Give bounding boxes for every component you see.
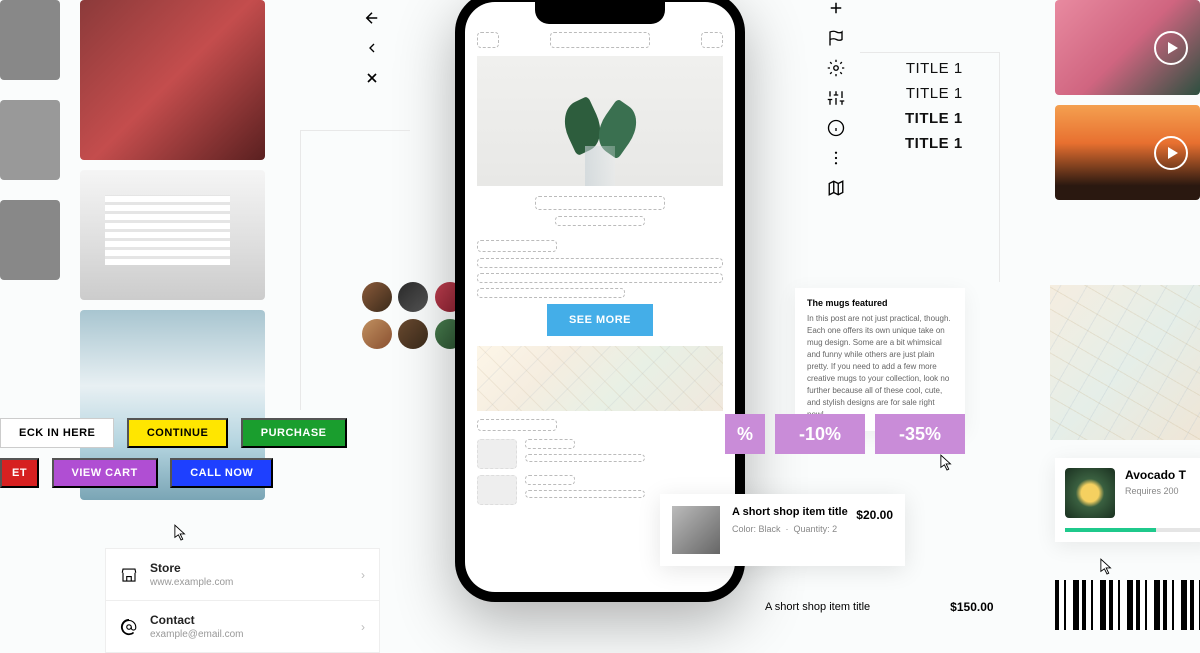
avocado-image: [1065, 468, 1115, 518]
plant-image: [555, 96, 645, 186]
contact-title: Contact: [150, 613, 361, 627]
discount-badges: % -10% -35%: [725, 414, 965, 454]
discount-badge[interactable]: -10%: [775, 414, 865, 454]
more-vertical-icon[interactable]: [826, 148, 846, 168]
shop-thumb: [672, 506, 720, 554]
call-now-button[interactable]: CALL NOW: [170, 458, 273, 488]
avocado-sub: Requires 200: [1125, 486, 1186, 496]
shop-item-meta: Color: Black · Quantity: 2: [732, 524, 893, 534]
shop-item-price: $150.00: [950, 600, 993, 614]
arrow-left-icon[interactable]: [362, 8, 382, 28]
gear-icon[interactable]: [826, 58, 846, 78]
info-icon[interactable]: [826, 118, 846, 138]
play-icon: [1154, 31, 1188, 65]
button-cluster: ECK IN HERE CONTINUE PURCHASE ET VIEW CA…: [0, 418, 355, 488]
contact-sub: example@email.com: [150, 629, 361, 640]
contact-row[interactable]: Contact example@email.com ›: [106, 601, 379, 652]
shop-item-title: A short shop item title: [732, 506, 848, 518]
map-widget[interactable]: [1050, 285, 1200, 440]
avocado-title: Avocado T: [1125, 468, 1186, 482]
progress-bar: [1065, 528, 1200, 532]
nav-icons: [362, 8, 382, 88]
store-row[interactable]: Store www.example.com ›: [106, 549, 379, 601]
store-sub: www.example.com: [150, 577, 361, 588]
avocado-card[interactable]: Avocado T Requires 200: [1055, 458, 1200, 542]
text-card-body: In this post are not just practical, tho…: [807, 313, 953, 421]
video-thumbs: [1055, 0, 1200, 210]
cursor-icon: [1100, 558, 1114, 576]
video-thumb[interactable]: [1055, 105, 1200, 200]
phone-map[interactable]: [477, 346, 723, 411]
discount-badge[interactable]: -35%: [875, 414, 965, 454]
gallery-image-keyboard[interactable]: [80, 170, 265, 300]
sliders-icon[interactable]: [826, 88, 846, 108]
discount-badge[interactable]: %: [725, 414, 765, 454]
close-icon[interactable]: [362, 68, 382, 88]
cursor-icon: [174, 524, 188, 542]
gallery-thumb[interactable]: [0, 200, 60, 280]
text-card-heading: The mugs featured: [807, 298, 953, 308]
et-button[interactable]: ET: [0, 458, 39, 488]
hero-image: [477, 56, 723, 186]
chevron-right-icon: ›: [361, 568, 365, 582]
cursor-icon: [940, 454, 954, 472]
shop-item-price: $20.00: [856, 508, 893, 522]
check-in-button[interactable]: ECK IN HERE: [0, 418, 114, 448]
store-icon: [120, 566, 138, 584]
email-icon: [120, 618, 138, 636]
gallery-thumb[interactable]: [0, 0, 60, 80]
barcode: [1055, 580, 1200, 630]
video-thumb[interactable]: [1055, 0, 1200, 95]
view-cart-button[interactable]: VIEW CART: [52, 458, 158, 488]
store-title: Store: [150, 561, 361, 575]
continue-button[interactable]: CONTINUE: [127, 418, 228, 448]
text-card: The mugs featured In this post are not j…: [795, 288, 965, 431]
gallery-image-red[interactable]: [80, 0, 265, 160]
chevron-left-icon[interactable]: [362, 38, 382, 58]
plus-icon[interactable]: [826, 0, 846, 18]
gallery-thumb[interactable]: [0, 100, 60, 180]
play-icon: [1154, 136, 1188, 170]
shop-item-row[interactable]: A short shop item title $150.00: [765, 600, 994, 614]
see-more-button[interactable]: SEE MORE: [547, 304, 653, 336]
map-icon[interactable]: [826, 178, 846, 198]
shop-item-card[interactable]: A short shop item title $20.00 Color: Bl…: [660, 494, 905, 566]
contact-list: Store www.example.com › Contact example@…: [105, 548, 380, 653]
shop-item-title: A short shop item title: [765, 601, 870, 613]
phone-notch: [535, 2, 665, 24]
purchase-button[interactable]: PURCHASE: [241, 418, 347, 448]
flag-icon[interactable]: [826, 28, 846, 48]
chevron-right-icon: ›: [361, 620, 365, 634]
toolbar-icons: [826, 0, 846, 198]
